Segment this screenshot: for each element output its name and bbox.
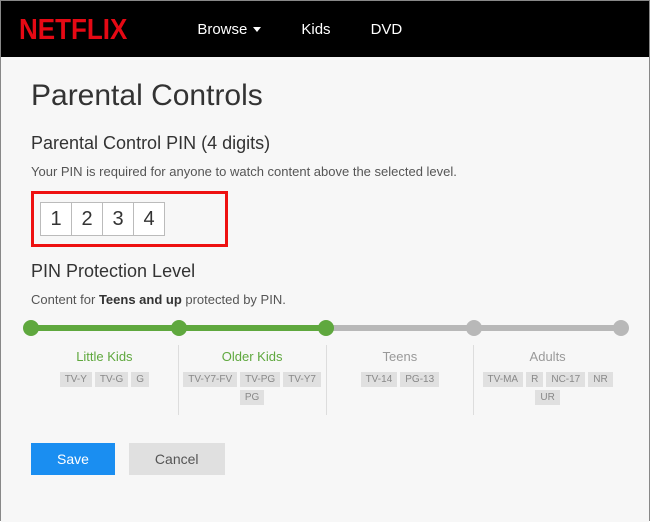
- button-row: Save Cancel: [31, 443, 619, 475]
- slider-stop-2[interactable]: [171, 320, 187, 336]
- rating-tag: UR: [535, 390, 559, 405]
- pin-help-text: Your PIN is required for anyone to watch…: [31, 164, 619, 179]
- nav: Browse Kids DVD: [197, 21, 402, 38]
- level-legend: Little Kids TV-Y TV-G G Older Kids TV-Y7…: [31, 345, 621, 415]
- save-button[interactable]: Save: [31, 443, 115, 475]
- netflix-logo[interactable]: NETFLIX: [19, 12, 127, 46]
- pin-digit-2[interactable]: [71, 202, 103, 236]
- level-slider[interactable]: [31, 325, 621, 331]
- slider-track: [31, 325, 621, 331]
- header: NETFLIX Browse Kids DVD: [1, 1, 649, 57]
- protection-suffix: protected by PIN.: [182, 292, 286, 307]
- rating-tag: NR: [588, 372, 612, 387]
- rating-tag: TV-Y: [60, 372, 92, 387]
- rating-tag: NC-17: [546, 372, 585, 387]
- level-teens: Teens TV-14 PG-13: [327, 345, 475, 415]
- level-tags: TV-Y7-FV TV-PG TV-Y7 PG: [183, 372, 322, 405]
- protection-prefix: Content for: [31, 292, 99, 307]
- rating-tag: PG-13: [400, 372, 439, 387]
- level-tags: TV-MA R NC-17 NR UR: [478, 372, 617, 405]
- nav-kids[interactable]: Kids: [301, 21, 330, 38]
- pin-input-row: [40, 202, 165, 236]
- level-label: Little Kids: [35, 349, 174, 364]
- rating-tag: TV-PG: [240, 372, 280, 387]
- nav-browse[interactable]: Browse: [197, 21, 261, 38]
- level-label: Teens: [331, 349, 470, 364]
- level-older-kids: Older Kids TV-Y7-FV TV-PG TV-Y7 PG: [179, 345, 327, 415]
- nav-browse-label: Browse: [197, 21, 247, 38]
- nav-dvd[interactable]: DVD: [371, 21, 403, 38]
- level-adults: Adults TV-MA R NC-17 NR UR: [474, 345, 621, 415]
- rating-tag: TV-Y7-FV: [183, 372, 237, 387]
- rating-tag: TV-G: [95, 372, 128, 387]
- pin-section-heading: Parental Control PIN (4 digits): [31, 133, 619, 154]
- rating-tag: G: [131, 372, 149, 387]
- pin-digit-4[interactable]: [133, 202, 165, 236]
- level-little-kids: Little Kids TV-Y TV-G G: [31, 345, 179, 415]
- rating-tag: TV-14: [361, 372, 398, 387]
- pin-digit-3[interactable]: [102, 202, 134, 236]
- pin-highlight-box: [31, 191, 228, 247]
- rating-tag: R: [526, 372, 543, 387]
- level-label: Adults: [478, 349, 617, 364]
- rating-tag: PG: [240, 390, 264, 405]
- level-tags: TV-Y TV-G G: [35, 372, 174, 387]
- main-content: Parental Controls Parental Control PIN (…: [1, 57, 649, 522]
- cancel-button[interactable]: Cancel: [129, 443, 225, 475]
- rating-tag: TV-MA: [483, 372, 524, 387]
- slider-stop-3[interactable]: [318, 320, 334, 336]
- page-title: Parental Controls: [31, 79, 619, 113]
- slider-stop-1[interactable]: [23, 320, 39, 336]
- protection-text: Content for Teens and up protected by PI…: [31, 292, 619, 307]
- pin-digit-1[interactable]: [40, 202, 72, 236]
- level-label: Older Kids: [183, 349, 322, 364]
- slider-stop-4[interactable]: [466, 320, 482, 336]
- level-section-heading: PIN Protection Level: [31, 261, 619, 282]
- slider-stop-5[interactable]: [613, 320, 629, 336]
- chevron-down-icon: [253, 27, 261, 32]
- protection-level: Teens and up: [99, 292, 182, 307]
- rating-tag: TV-Y7: [283, 372, 321, 387]
- level-tags: TV-14 PG-13: [331, 372, 470, 387]
